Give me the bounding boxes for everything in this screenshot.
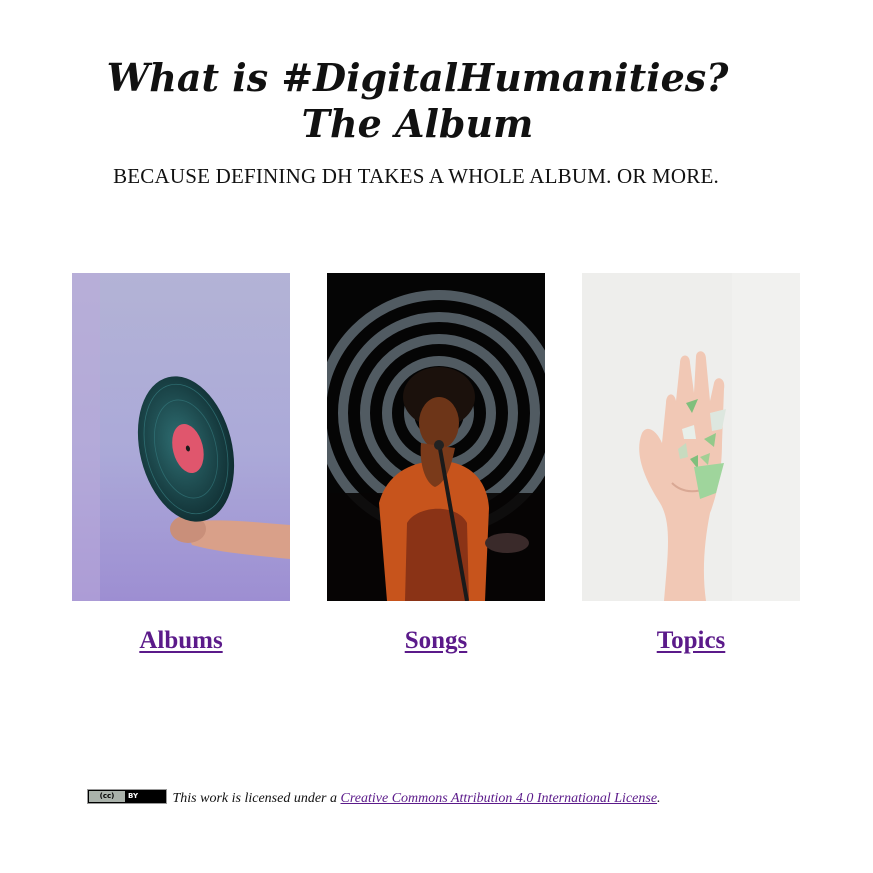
license-end: . (657, 791, 661, 806)
topics-image[interactable] (582, 273, 800, 601)
albums-image[interactable] (72, 273, 290, 601)
page-title-line-1: What is #DigitalHumanities? (106, 55, 729, 100)
topics-link[interactable]: Topics (582, 627, 800, 655)
albums-link[interactable]: Albums (72, 627, 290, 655)
page-tagline: BECAUSE DEFINING DH TAKES A WHOLE ALBUM.… (113, 164, 719, 188)
page-title: What is #DigitalHumanities? The Album (0, 55, 835, 147)
vinyl-record-photo (72, 273, 290, 601)
cc-badge-right: BY (128, 792, 139, 800)
hand-holding-sea-glass-photo (582, 273, 800, 601)
page-title-line-2: The Album (301, 101, 534, 146)
license-link[interactable]: Creative Commons Attribution 4.0 Interna… (341, 791, 658, 806)
cc-badge-left: (cc) (89, 791, 125, 802)
license-footer: (cc) BY This work is licensed under a Cr… (87, 789, 661, 807)
songs-image[interactable] (327, 273, 545, 601)
cc-by-badge-icon[interactable]: (cc) BY (87, 789, 167, 804)
singer-with-microphone-photo (327, 273, 545, 601)
license-text: This work is licensed under a (172, 791, 338, 806)
songs-link[interactable]: Songs (327, 627, 545, 655)
